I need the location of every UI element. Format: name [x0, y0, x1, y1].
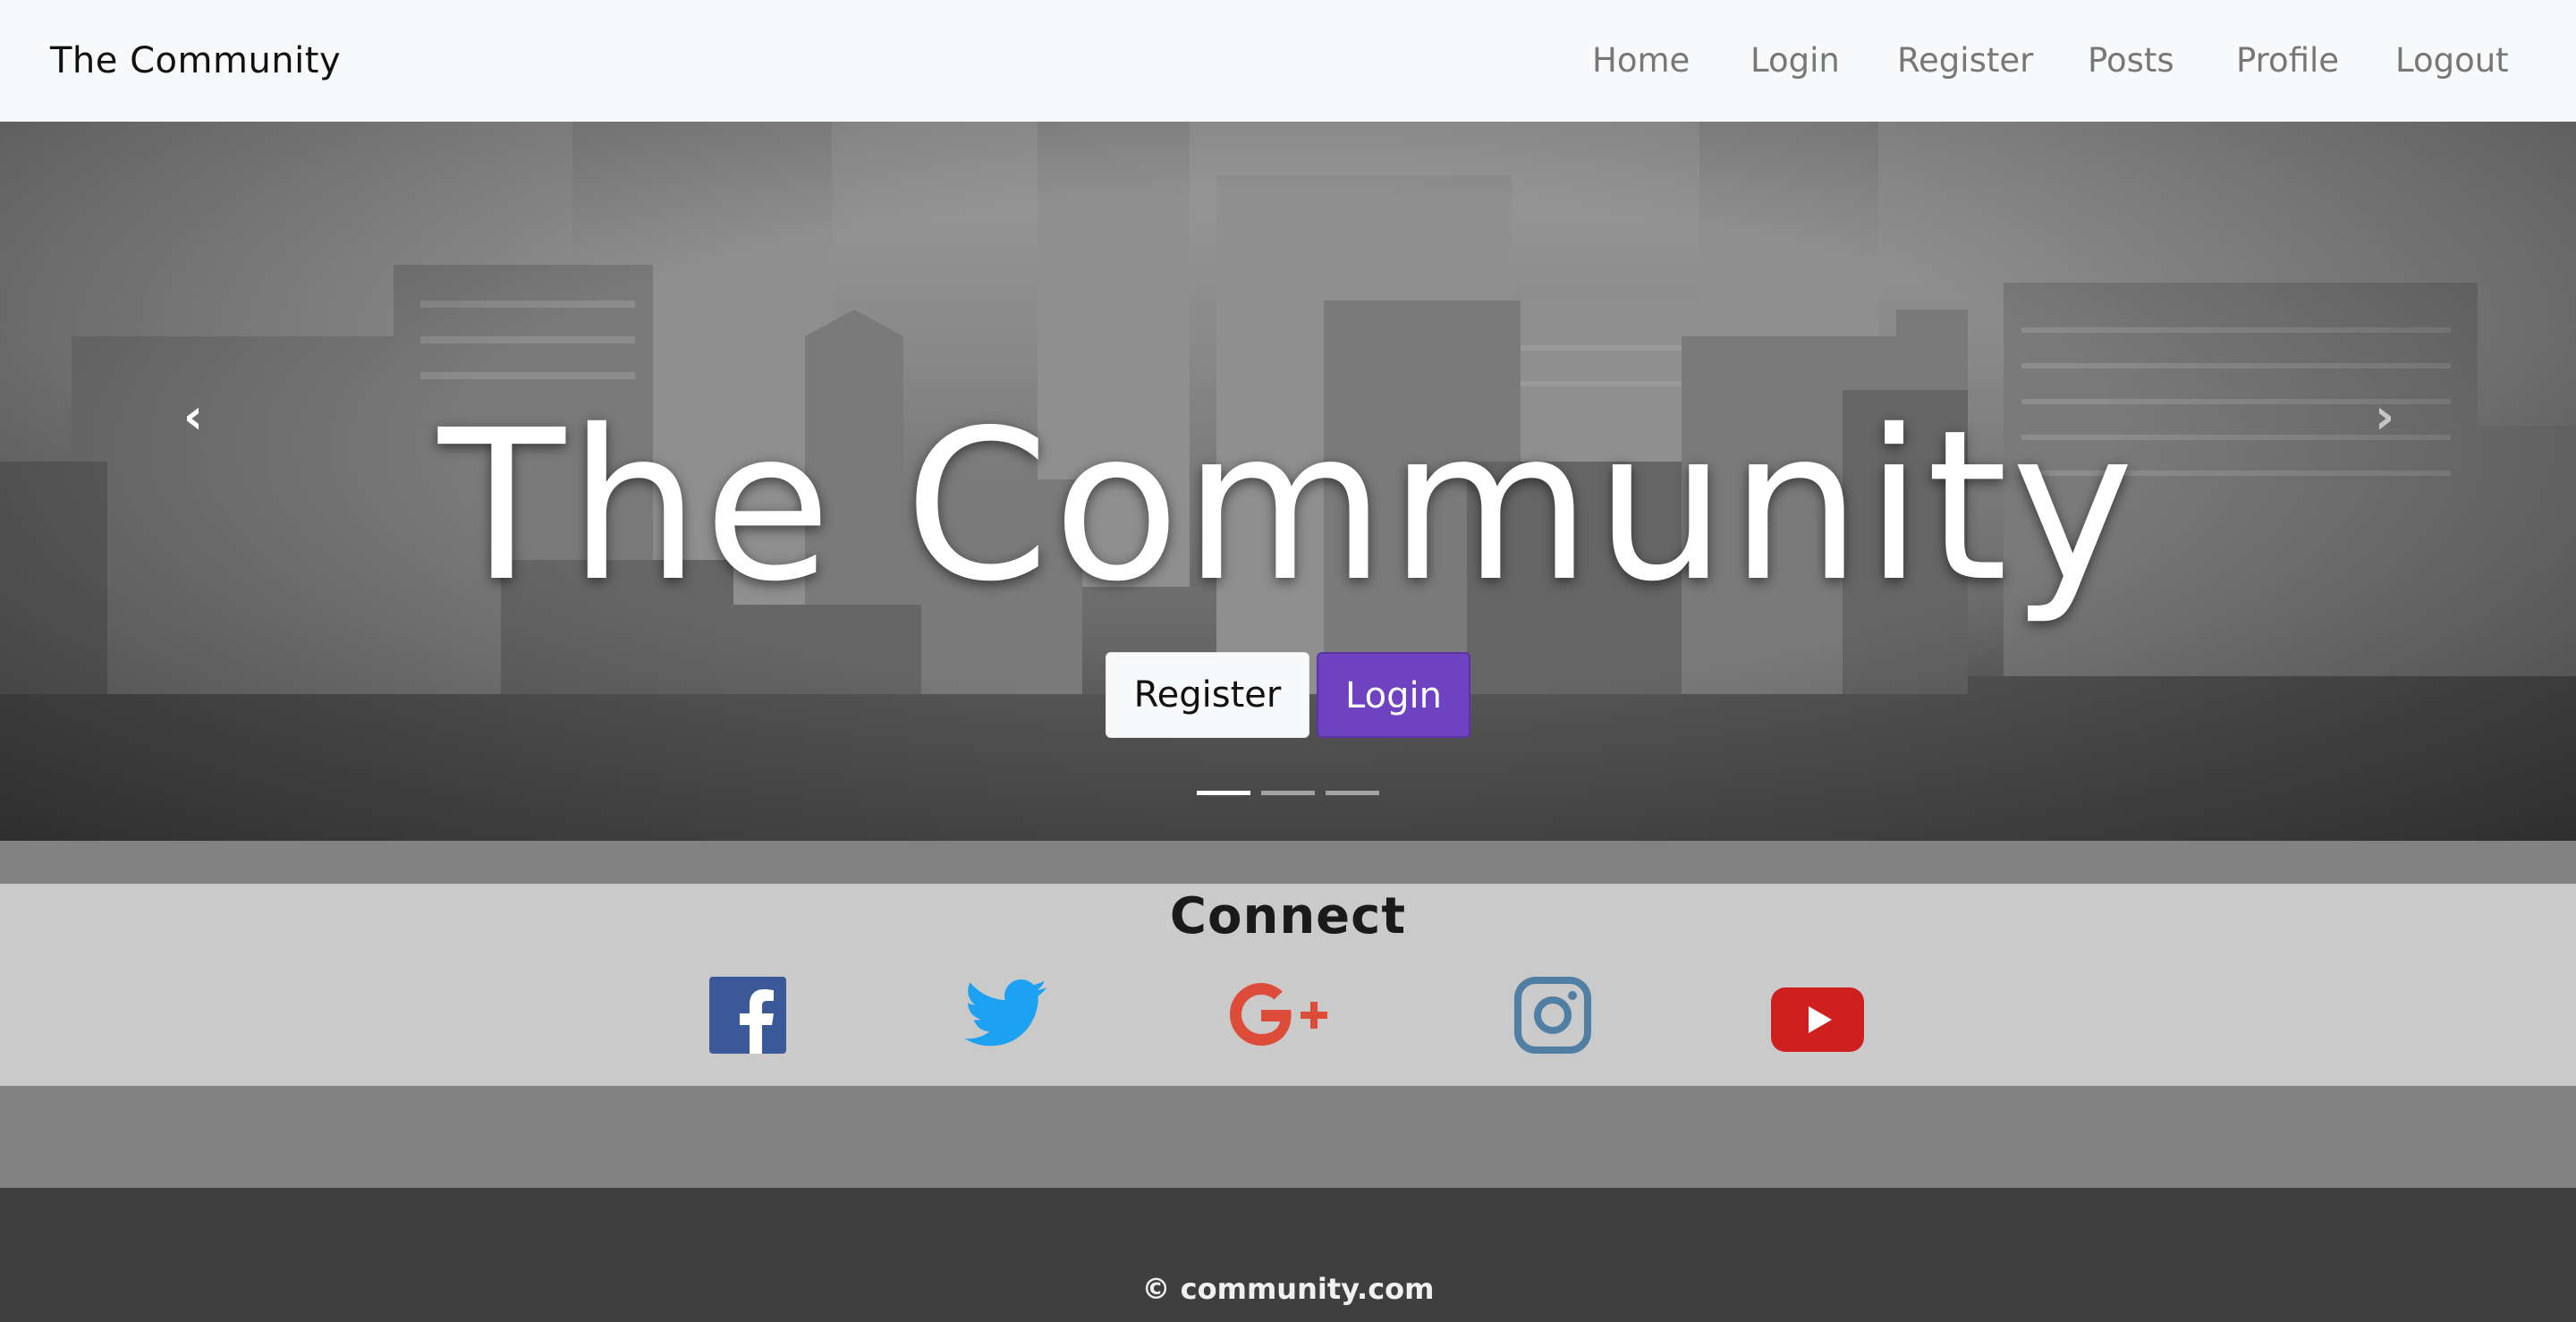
nav-link-posts[interactable]: Posts: [2088, 0, 2174, 122]
facebook-icon[interactable]: [709, 977, 786, 1054]
nav-link-login[interactable]: Login: [1750, 0, 1840, 122]
nav-link-profile[interactable]: Profile: [2236, 0, 2339, 122]
navbar: The Community Home Login Register Posts …: [0, 0, 2576, 122]
twitter-icon[interactable]: [962, 977, 1048, 1054]
nav-link-logout[interactable]: Logout: [2395, 0, 2509, 122]
youtube-icon[interactable]: [1771, 977, 1864, 1054]
carousel-indicator-3[interactable]: [1326, 791, 1379, 795]
hero-carousel: ‹ › The Community Register Login: [0, 122, 2576, 841]
hero-register-button[interactable]: Register: [1106, 652, 1309, 738]
hero-login-button[interactable]: Login: [1317, 652, 1470, 738]
nav-link-home[interactable]: Home: [1592, 0, 1690, 122]
connect-title: Connect: [1169, 887, 1407, 945]
carousel-indicator-2[interactable]: [1261, 791, 1315, 795]
google-plus-icon[interactable]: [1229, 977, 1336, 1054]
hero-title: The Community: [438, 386, 2138, 627]
copyright-text: © community.com: [1141, 1272, 1435, 1306]
navbar-brand[interactable]: The Community: [50, 0, 341, 122]
connect-section: Connect: [0, 884, 2576, 1086]
nav-link-register[interactable]: Register: [1897, 0, 2033, 122]
footer: © community.com: [0, 1188, 2576, 1322]
carousel-indicator-1[interactable]: [1197, 791, 1250, 795]
instagram-icon[interactable]: [1514, 977, 1591, 1054]
